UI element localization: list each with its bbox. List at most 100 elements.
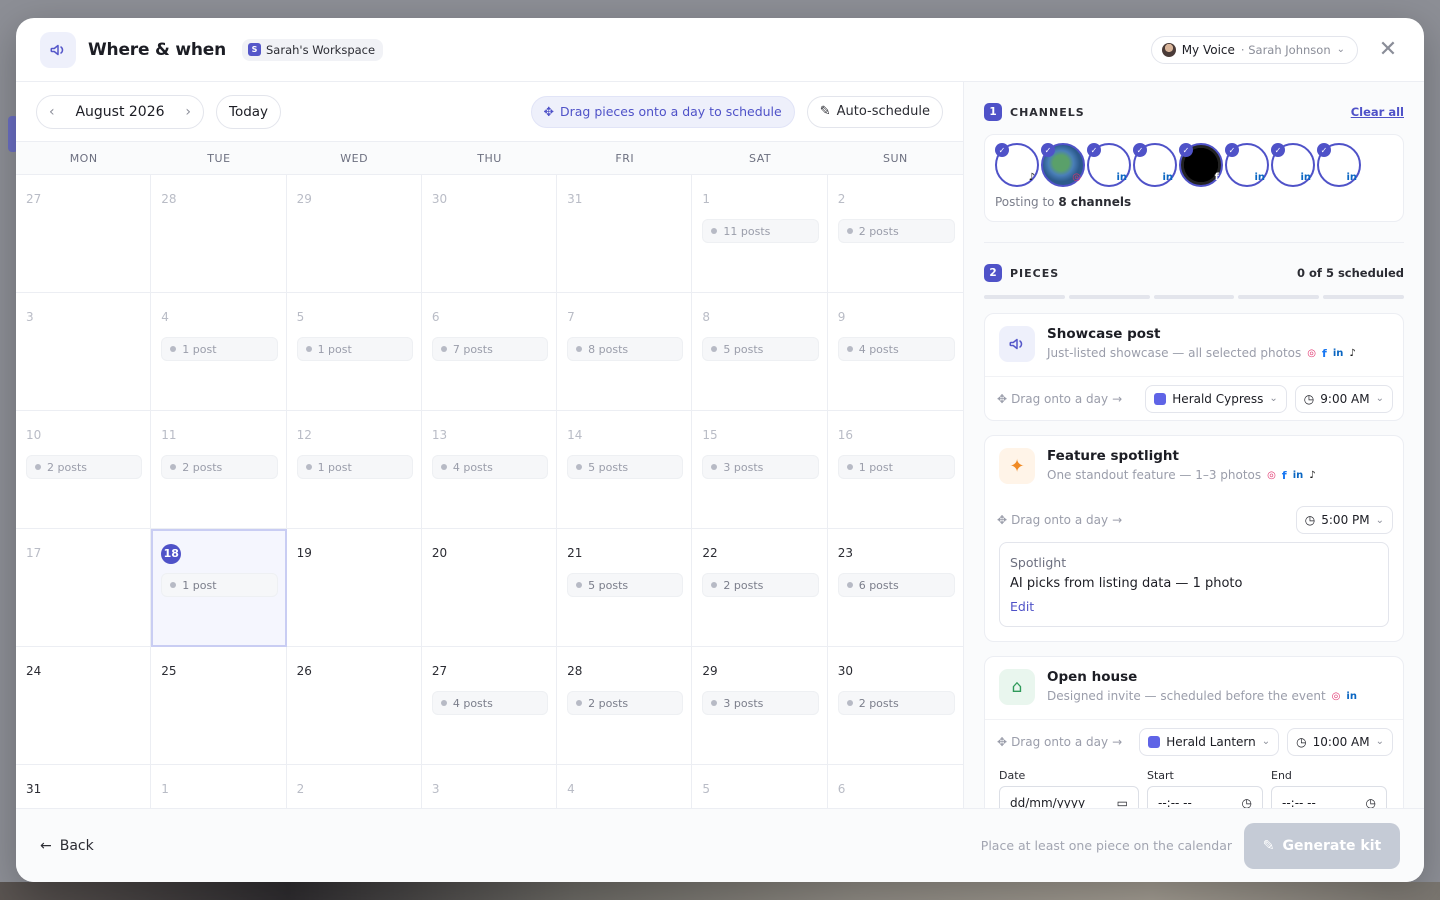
calendar-day[interactable]: 23 6 posts xyxy=(827,529,963,647)
post-count-chip[interactable]: 7 posts xyxy=(431,337,549,361)
channel-avatar[interactable]: ✓ in xyxy=(1317,143,1361,187)
post-count-chip[interactable]: 4 posts xyxy=(837,337,955,361)
time-select[interactable]: ◷ 5:00 PM ⌄ xyxy=(1295,506,1393,534)
post-count-chip[interactable]: 1 post xyxy=(837,455,955,479)
calendar-day[interactable]: 12 1 post xyxy=(286,411,422,529)
calendar-day[interactable]: 31 xyxy=(16,765,152,808)
post-count-chip[interactable]: 2 posts xyxy=(161,455,278,479)
calendar-day[interactable]: 27 4 posts xyxy=(421,647,558,765)
calendar-day[interactable]: 5 1 post xyxy=(286,293,422,411)
calendar-day[interactable]: 10 2 posts xyxy=(16,411,152,529)
calendar-day[interactable]: 2 2 posts xyxy=(827,175,963,293)
start-time-input[interactable]: --:-- -- ◷ xyxy=(1147,786,1263,808)
post-count-chip[interactable]: 2 posts xyxy=(567,691,684,715)
channel-avatar[interactable]: ✓ in xyxy=(1133,143,1177,187)
back-button[interactable]: ← Back xyxy=(40,838,94,854)
calendar-day-today[interactable]: 18 1 post xyxy=(151,529,287,647)
calendar-day[interactable]: 16 1 post xyxy=(827,411,963,529)
channel-avatar[interactable]: ✓ in xyxy=(1225,143,1269,187)
workspace-badge[interactable]: S Sarah's Workspace xyxy=(242,38,384,61)
piece-card-feature[interactable]: ✦ Feature spotlight One standout feature… xyxy=(984,435,1404,642)
channel-avatar[interactable]: ✓ ♪ xyxy=(995,143,1039,187)
calendar-day[interactable]: 3 xyxy=(422,765,558,808)
calendar-day[interactable]: 25 xyxy=(151,647,287,765)
calendar-day[interactable]: 30 xyxy=(421,175,558,293)
calendar-day[interactable]: 29 xyxy=(286,175,422,293)
calendar-day[interactable]: 8 5 posts xyxy=(692,293,828,411)
post-count-chip[interactable]: 1 post xyxy=(296,455,413,479)
channel-avatar[interactable]: ✓ in xyxy=(1087,143,1131,187)
calendar-day[interactable]: 28 2 posts xyxy=(557,647,693,765)
post-count-chip[interactable]: 5 posts xyxy=(567,573,684,597)
day-number: 31 xyxy=(567,192,583,206)
post-count-chip[interactable]: 1 post xyxy=(161,337,278,361)
calendar-day[interactable]: 7 8 posts xyxy=(557,293,693,411)
end-time-input[interactable]: --:-- -- ◷ xyxy=(1271,786,1387,808)
post-count-chip[interactable]: 5 posts xyxy=(567,455,684,479)
date-input[interactable]: dd/mm/yyyy ▭ xyxy=(999,786,1139,808)
close-button[interactable]: ✕ xyxy=(1376,38,1400,61)
weekday-label: TUE xyxy=(207,152,231,165)
channel-avatar[interactable]: ✓ ◎ xyxy=(1041,143,1085,187)
calendar-day[interactable]: 4 xyxy=(557,765,693,808)
channel-avatar[interactable]: ✓ in xyxy=(1271,143,1315,187)
calendar-day[interactable]: 24 xyxy=(16,647,152,765)
drag-handle[interactable]: ✥ Drag onto a day → xyxy=(997,513,1122,527)
calendar-day[interactable]: 11 2 posts xyxy=(151,411,287,529)
channel-avatar[interactable]: ✓ f xyxy=(1179,143,1223,187)
post-count-chip[interactable]: 1 post xyxy=(161,573,278,597)
calendar-day[interactable]: 3 xyxy=(16,293,152,411)
calendar-day[interactable]: 13 4 posts xyxy=(421,411,558,529)
calendar-day[interactable]: 19 xyxy=(286,529,422,647)
calendar-day[interactable]: 14 5 posts xyxy=(557,411,693,529)
post-count-chip[interactable]: 5 posts xyxy=(702,337,819,361)
post-count-chip[interactable]: 3 posts xyxy=(702,691,819,715)
calendar-day[interactable]: 5 xyxy=(692,765,828,808)
calendar-day[interactable]: 27 xyxy=(16,175,152,293)
post-count-chip[interactable]: 1 post xyxy=(296,337,413,361)
post-count-chip[interactable]: 2 posts xyxy=(837,219,955,243)
today-button[interactable]: Today xyxy=(216,94,282,129)
time-select[interactable]: ◷ 9:00 AM ⌄ xyxy=(1294,384,1393,413)
template-select[interactable]: Herald Cypress ⌄ xyxy=(1145,384,1287,413)
drag-handle[interactable]: ✥ Drag onto a day → xyxy=(997,735,1122,749)
calendar-day[interactable]: 1 xyxy=(151,765,287,808)
calendar-day[interactable]: 17 xyxy=(16,529,152,647)
calendar-day[interactable]: 21 5 posts xyxy=(557,529,693,647)
spotlight-edit-link[interactable]: Edit xyxy=(1010,599,1378,614)
post-count-chip[interactable]: 2 posts xyxy=(837,691,955,715)
calendar-day[interactable]: 6 xyxy=(828,765,963,808)
calendar-day[interactable]: 30 2 posts xyxy=(827,647,963,765)
post-count-chip[interactable]: 2 posts xyxy=(702,573,819,597)
generate-kit-button[interactable]: ✎ Generate kit xyxy=(1244,822,1400,869)
clear-all-link[interactable]: Clear all xyxy=(1351,105,1404,119)
piece-card-showcase[interactable]: Showcase post Just-listed showcase — all… xyxy=(984,313,1404,421)
calendar-day[interactable]: 26 xyxy=(286,647,422,765)
chevron-right-icon[interactable]: › xyxy=(185,104,191,120)
calendar-day[interactable]: 1 11 posts xyxy=(692,175,828,293)
post-count-chip[interactable]: 3 posts xyxy=(702,455,819,479)
drag-handle[interactable]: ✥ Drag onto a day → xyxy=(997,392,1122,406)
calendar-day[interactable]: 9 4 posts xyxy=(827,293,963,411)
calendar-day[interactable]: 4 1 post xyxy=(151,293,287,411)
calendar-day[interactable]: 6 7 posts xyxy=(421,293,558,411)
post-count-chip[interactable]: 8 posts xyxy=(567,337,684,361)
calendar-day[interactable]: 29 3 posts xyxy=(692,647,828,765)
calendar-day[interactable]: 2 xyxy=(287,765,422,808)
template-select[interactable]: Herald Lantern ⌄ xyxy=(1139,727,1280,756)
post-count-chip[interactable]: 6 posts xyxy=(837,573,955,597)
auto-schedule-button[interactable]: ✎ Auto-schedule xyxy=(806,95,943,128)
post-count-chip[interactable]: 4 posts xyxy=(431,455,549,479)
piece-card-openhouse[interactable]: ⌂ Open house Designed invite — scheduled… xyxy=(984,656,1404,808)
calendar-day[interactable]: 28 xyxy=(151,175,287,293)
post-count-chip[interactable]: 4 posts xyxy=(431,691,549,715)
calendar-day[interactable]: 20 xyxy=(421,529,558,647)
time-select[interactable]: ◷ 10:00 AM ⌄ xyxy=(1287,727,1393,756)
post-count-chip[interactable]: 11 posts xyxy=(702,219,819,243)
chevron-left-icon[interactable]: ‹ xyxy=(49,104,55,120)
calendar-day[interactable]: 22 2 posts xyxy=(692,529,828,647)
calendar-day[interactable]: 31 xyxy=(557,175,693,293)
post-count-chip[interactable]: 2 posts xyxy=(26,455,143,479)
voice-select[interactable]: My Voice · Sarah Johnson ⌄ xyxy=(1150,35,1358,64)
calendar-day[interactable]: 15 3 posts xyxy=(692,411,828,529)
